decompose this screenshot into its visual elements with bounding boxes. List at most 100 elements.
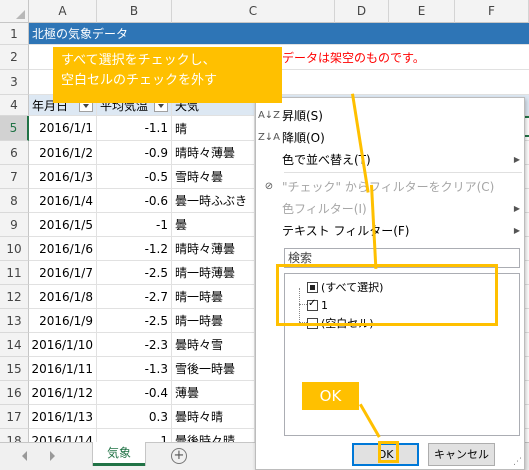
date-cell[interactable]: 2016/1/3 [29, 165, 97, 188]
row-header[interactable]: 8 [0, 189, 29, 213]
date-cell[interactable]: 2016/1/12 [29, 381, 97, 404]
weather-cell[interactable]: 曇 [172, 213, 255, 236]
resize-grip-icon[interactable]: ⋰ [513, 457, 522, 467]
temp-cell[interactable]: -2.7 [97, 285, 172, 308]
row-header[interactable]: 15 [0, 357, 29, 381]
row-header[interactable]: 11 [0, 261, 29, 285]
temp-cell[interactable]: -2.3 [97, 333, 172, 356]
date-cell[interactable]: 2016/1/6 [29, 237, 97, 260]
weather-cell[interactable]: 晴時々薄曇 [172, 141, 255, 164]
instruction-callout: すべて選択をチェックし、 空白セルのチェックを外す [53, 47, 282, 103]
scroll-left-icon[interactable] [22, 451, 27, 461]
date-cell[interactable]: 2016/1/11 [29, 357, 97, 380]
date-cell[interactable]: 2016/1/7 [29, 261, 97, 284]
menu-sort-ascending-label: 昇順(S) [282, 108, 323, 123]
weather-cell[interactable]: 曇時々晴 [172, 405, 255, 428]
weather-cell[interactable]: 晴時々薄曇 [172, 237, 255, 260]
weather-cell[interactable]: 晴一時薄曇 [172, 261, 255, 284]
row-header[interactable]: 17 [0, 405, 29, 429]
temp-cell[interactable]: -2.5 [97, 309, 172, 332]
weather-cell[interactable]: 雪時々曇 [172, 165, 255, 188]
temp-cell[interactable]: -0.5 [97, 165, 172, 188]
date-cell[interactable]: 2016/1/4 [29, 189, 97, 212]
column-header-a[interactable]: A [29, 0, 97, 23]
row-header[interactable]: 9 [0, 213, 29, 237]
column-header-f[interactable]: F [455, 0, 529, 23]
date-cell[interactable]: 2016/1/13 [29, 405, 97, 428]
row-header-selected[interactable]: 5 [0, 116, 29, 141]
sort-ascending-icon: A↓Z [257, 109, 281, 121]
fictional-data-note[interactable]: ※データは架空のものです。 [269, 45, 529, 69]
cancel-button[interactable]: キャンセル [428, 443, 495, 466]
weather-cell[interactable]: 晴 [172, 116, 255, 140]
weather-cell[interactable]: 薄曇 [172, 381, 255, 404]
column-header-b[interactable]: B [97, 0, 172, 23]
weather-cell[interactable]: 曇一時ふぶき [172, 189, 255, 212]
weather-cell[interactable]: 晴一時曇 [172, 285, 255, 308]
ok-button-highlight [378, 441, 399, 463]
row-header[interactable]: 16 [0, 381, 29, 405]
temp-cell[interactable]: 1 [97, 429, 172, 442]
row-header[interactable]: 7 [0, 165, 29, 189]
menu-sort-descending[interactable]: Z↓A 降順(O) [256, 126, 524, 148]
menu-text-filter-label: テキスト フィルター(F) [282, 223, 410, 238]
submenu-arrow-icon: ▶ [513, 225, 521, 235]
temp-cell[interactable]: -1.3 [97, 357, 172, 380]
column-header-c[interactable]: C [172, 0, 335, 23]
sheet-tab-weather[interactable]: 気象 [93, 442, 145, 466]
row-header[interactable]: 14 [0, 333, 29, 357]
menu-color-filter[interactable]: 色フィルター(I) ▶ [256, 197, 524, 219]
row-header[interactable]: 4 [0, 95, 29, 116]
ok-callout: OK [302, 382, 359, 410]
menu-text-filter[interactable]: テキスト フィルター(F) ▶ [256, 219, 524, 241]
row-header[interactable]: 13 [0, 309, 29, 333]
row-header[interactable]: 3 [0, 70, 29, 95]
temp-cell[interactable]: -1.2 [97, 237, 172, 260]
callout-line-2: 空白セルのチェックを外す [61, 73, 218, 88]
row-header[interactable]: 1 [0, 23, 29, 45]
add-sheet-icon[interactable]: + [171, 448, 187, 464]
date-cell[interactable]: 2016/1/1 [29, 116, 97, 140]
row-header[interactable]: 12 [0, 285, 29, 309]
title-row: 北極の気象データ [29, 23, 529, 45]
menu-color-filter-label: 色フィルター(I) [282, 201, 367, 216]
checkbox-highlight-box [276, 264, 498, 326]
temp-cell[interactable]: -1.1 [97, 116, 172, 140]
menu-clear-filter-label: "チェック" からフィルターをクリア(C) [282, 179, 495, 194]
sheet-title[interactable]: 北極の気象データ [29, 23, 359, 44]
date-cell[interactable]: 2016/1/10 [29, 333, 97, 356]
temp-cell[interactable]: -0.9 [97, 141, 172, 164]
row-header[interactable]: 18 [0, 429, 29, 442]
weather-cell[interactable]: 晴一時曇 [172, 309, 255, 332]
select-all-corner[interactable] [0, 0, 29, 23]
temp-cell[interactable]: 0.3 [97, 405, 172, 428]
date-cell[interactable]: 2016/1/14 [29, 429, 97, 442]
menu-sort-ascending[interactable]: A↓Z 昇順(S) [256, 104, 524, 126]
temp-cell[interactable]: -0.4 [97, 381, 172, 404]
column-header-d[interactable]: D [335, 0, 389, 23]
date-cell[interactable]: 2016/1/2 [29, 141, 97, 164]
sort-descending-icon: Z↓A [257, 131, 281, 143]
date-cell[interactable]: 2016/1/9 [29, 309, 97, 332]
temp-cell[interactable]: -1 [97, 213, 172, 236]
menu-sort-descending-label: 降順(O) [282, 130, 325, 145]
submenu-arrow-icon: ▶ [513, 154, 521, 164]
menu-separator [284, 172, 522, 173]
row-header[interactable]: 2 [0, 45, 29, 70]
menu-clear-filter[interactable]: ⊘ "チェック" からフィルターをクリア(C) [256, 175, 524, 197]
row-header[interactable]: 6 [0, 141, 29, 165]
temp-cell[interactable]: -0.6 [97, 189, 172, 212]
menu-sort-by-color[interactable]: 色で並べ替え(T) ▶ [256, 148, 524, 170]
row-header[interactable]: 10 [0, 237, 29, 261]
weather-cell[interactable]: 曇後時々晴 [172, 429, 255, 442]
column-header-e[interactable]: E [389, 0, 455, 23]
menu-sort-by-color-label: 色で並べ替え(T) [282, 152, 371, 167]
date-cell[interactable]: 2016/1/5 [29, 213, 97, 236]
scroll-right-icon[interactable] [50, 451, 55, 461]
weather-cell[interactable]: 曇時々雪 [172, 333, 255, 356]
date-cell[interactable]: 2016/1/8 [29, 285, 97, 308]
temp-cell[interactable]: -2.5 [97, 261, 172, 284]
corner-triangle-icon [16, 10, 25, 19]
weather-cell[interactable]: 雪後一時曇 [172, 357, 255, 380]
callout-line-1: すべて選択をチェックし、 [61, 53, 216, 68]
